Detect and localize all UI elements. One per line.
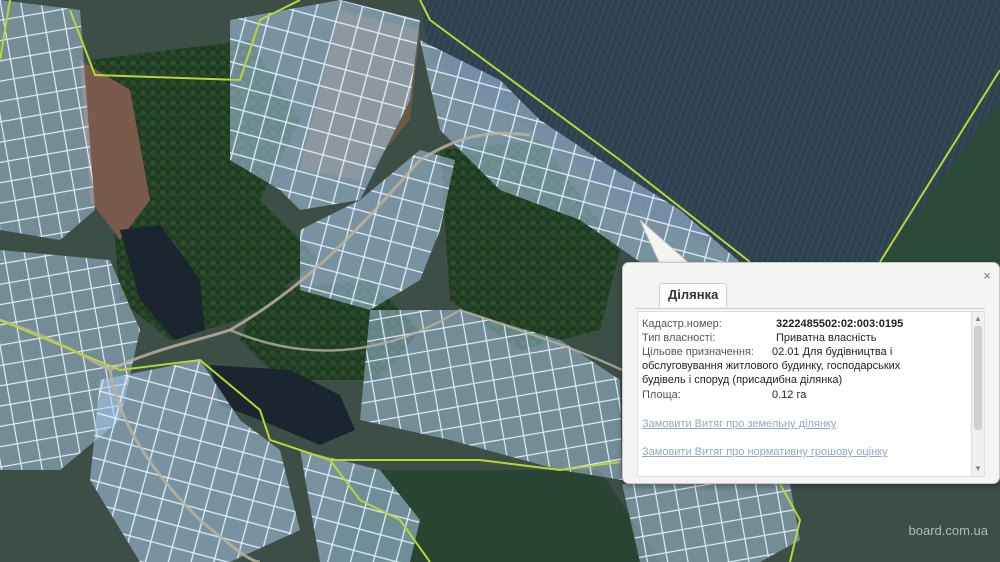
cadastral-label: Кадастр.номер: bbox=[642, 318, 722, 330]
area-label: Площа: bbox=[642, 389, 681, 401]
purpose-value: 02.01 Для будівництва і bbox=[772, 346, 893, 358]
purpose-label: Цільове призначення: bbox=[642, 346, 754, 358]
scroll-down-icon[interactable]: ▼ bbox=[973, 464, 983, 474]
popup-content: Кадастр.номер: 3222485502:02:003:0195 Ти… bbox=[637, 311, 985, 477]
popup-scrollbar[interactable]: ▲ ▼ bbox=[971, 312, 984, 476]
order-valuation-extract-link[interactable]: Замовити Витяг про нормативну грошову оц… bbox=[642, 446, 888, 459]
cadastral-value: 3222485502:02:003:0195 bbox=[776, 318, 904, 330]
tab-divider bbox=[635, 308, 985, 309]
scroll-up-icon[interactable]: ▲ bbox=[973, 314, 983, 324]
close-icon[interactable]: × bbox=[980, 269, 994, 283]
ownership-label: Тип власності: bbox=[642, 332, 716, 344]
parcels-bottom-right bbox=[622, 484, 800, 562]
order-parcel-extract-link[interactable]: Замовити Витяг про земельну ділянку bbox=[642, 418, 836, 431]
scroll-thumb[interactable] bbox=[974, 326, 982, 430]
ownership-value: Приватна власність bbox=[776, 332, 877, 344]
purpose-value-line-2: обслуговування житлового будинку, господ… bbox=[642, 360, 901, 372]
watermark: board.com.ua bbox=[908, 523, 989, 538]
tab-parcel[interactable]: Ділянка bbox=[659, 283, 728, 307]
area-value: 0.12 га bbox=[772, 389, 807, 401]
purpose-value-line-3: будівель і споруд (присадибна ділянка) bbox=[642, 374, 843, 386]
parcel-info-popup: × Ділянка Кадастр.номер: 3222485502:02:0… bbox=[622, 262, 1000, 484]
